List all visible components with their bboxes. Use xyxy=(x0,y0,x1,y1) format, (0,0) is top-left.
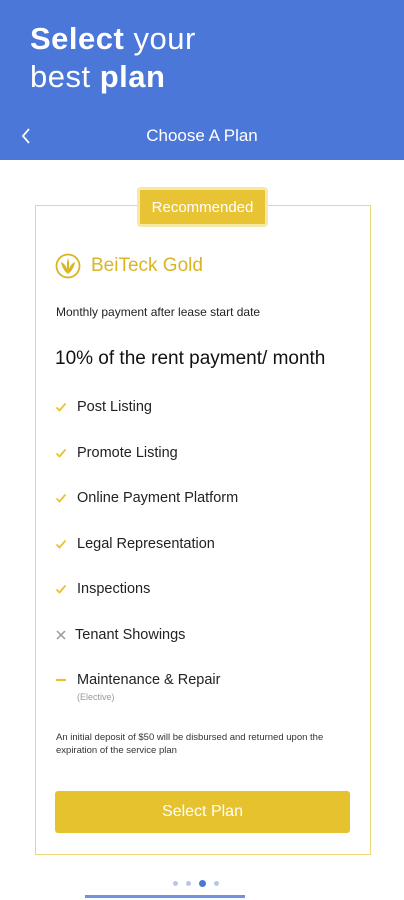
dash-icon xyxy=(55,674,77,686)
page-dot[interactable] xyxy=(214,881,219,886)
check-icon xyxy=(55,492,77,504)
feature-item: Post Listing xyxy=(55,395,152,419)
deposit-footnote: An initial deposit of $50 will be disbur… xyxy=(56,732,324,756)
app-header: Select your best plan Choose A Plan xyxy=(0,0,404,160)
plan-name: BeiTeck Gold xyxy=(91,255,203,276)
check-icon xyxy=(55,401,77,413)
screen-title: Choose A Plan xyxy=(146,126,258,145)
plan-price: 10% of the rent payment/ month xyxy=(55,348,326,369)
feature-label: Maintenance & Repair xyxy=(77,672,221,688)
leaf-sun-icon xyxy=(55,253,81,279)
page-headline: Select your best plan xyxy=(30,20,196,96)
next-page-peek xyxy=(80,895,320,900)
page-indicator xyxy=(173,880,219,887)
feature-item: Inspections xyxy=(55,577,150,601)
close-icon xyxy=(55,629,75,641)
headline-your: your xyxy=(133,21,196,56)
elective-note: (Elective) xyxy=(77,692,115,702)
page-dot-active[interactable] xyxy=(199,880,206,887)
headline-select: Select xyxy=(30,21,125,56)
feature-item: Tenant Showings xyxy=(55,623,185,647)
recommended-badge: Recommended xyxy=(137,187,268,227)
headline-plan: plan xyxy=(99,59,166,94)
page-dot[interactable] xyxy=(173,881,178,886)
headline-best: best xyxy=(30,59,91,94)
feature-item: Maintenance & Repair xyxy=(55,668,220,692)
feature-label: Legal Representation xyxy=(77,536,215,552)
feature-item: Legal Representation xyxy=(55,532,215,556)
check-icon xyxy=(55,447,77,459)
feature-label: Post Listing xyxy=(77,399,152,415)
feature-label: Inspections xyxy=(77,581,151,597)
payment-subtext: Monthly payment after lease start date xyxy=(56,305,261,319)
plan-heading: BeiTeck Gold xyxy=(55,252,203,280)
select-plan-button[interactable]: Select Plan xyxy=(55,791,350,833)
feature-item: Online Payment Platform xyxy=(55,486,238,510)
page-dot[interactable] xyxy=(186,881,191,886)
feature-label: Promote Listing xyxy=(77,445,178,461)
feature-label: Online Payment Platform xyxy=(77,490,239,506)
check-icon xyxy=(55,583,77,595)
check-icon xyxy=(55,538,77,550)
plan-card xyxy=(35,205,371,855)
feature-item: Promote Listing xyxy=(55,441,178,465)
feature-label: Tenant Showings xyxy=(75,627,186,643)
